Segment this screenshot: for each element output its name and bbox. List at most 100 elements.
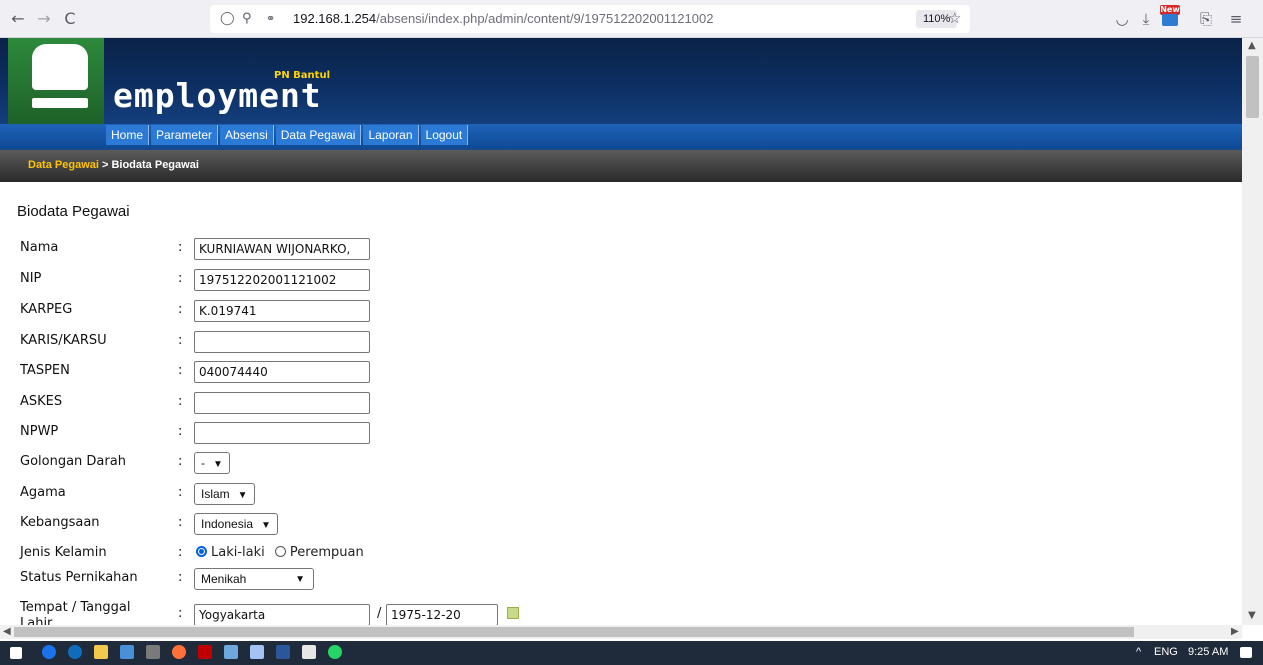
- status-pernikahan-select[interactable]: Menikah ▼: [194, 568, 314, 590]
- menu-logout[interactable]: Logout: [420, 125, 469, 145]
- menu-parameter[interactable]: Parameter: [151, 125, 219, 145]
- back-icon[interactable]: ←: [8, 9, 28, 29]
- menu-data-pegawai[interactable]: Data Pegawai: [275, 125, 362, 145]
- cortana-icon[interactable]: [42, 645, 56, 659]
- network-app-icon[interactable]: [146, 645, 160, 659]
- horizontal-scroll-thumb[interactable]: [14, 627, 1134, 637]
- karis-field[interactable]: [194, 331, 370, 353]
- colon: :: [178, 394, 183, 409]
- share-icon[interactable]: ⎘: [1196, 9, 1216, 29]
- vertical-scroll-thumb[interactable]: [1246, 56, 1259, 118]
- npwp-label: NPWP: [20, 424, 59, 439]
- nip-field[interactable]: 197512202001121002: [194, 269, 370, 291]
- whatsapp-icon[interactable]: [328, 645, 342, 659]
- shield-icon[interactable]: ◯: [220, 11, 235, 27]
- store-icon[interactable]: [120, 645, 134, 659]
- file-explorer-icon[interactable]: [94, 645, 108, 659]
- golongan-darah-select[interactable]: - ▼: [194, 452, 230, 474]
- field-row-kebangsaan: Kebangsaan : Indonesia ▼: [20, 513, 720, 535]
- tray-chevron-icon[interactable]: ^: [1136, 646, 1141, 658]
- jenis-kelamin-group: Laki-laki Perempuan: [196, 545, 364, 560]
- windows-start-icon[interactable]: [10, 647, 22, 659]
- ttl-label: Tempat / Tanggal Lahir: [20, 600, 131, 625]
- askes-label: ASKES: [20, 394, 63, 409]
- colon: :: [178, 240, 183, 255]
- menu-absensi[interactable]: Absensi: [220, 125, 274, 145]
- breadcrumb-current: > Biodata Pegawai: [98, 159, 199, 171]
- agama-select[interactable]: Islam ▼: [194, 483, 255, 505]
- radio-perempuan[interactable]: [274, 546, 286, 557]
- kebangsaan-value: Indonesia: [201, 517, 254, 531]
- extension-body: [1162, 14, 1178, 26]
- language-indicator[interactable]: ENG: [1154, 646, 1178, 658]
- kebangsaan-select[interactable]: Indonesia ▼: [194, 513, 278, 535]
- notes-icon[interactable]: [250, 645, 264, 659]
- logo-shape: [32, 44, 88, 90]
- field-row-karis: KARIS/KARSU :: [20, 331, 720, 353]
- askes-field[interactable]: [194, 392, 370, 414]
- colon: :: [178, 271, 183, 286]
- field-row-agama: Agama : Islam ▼: [20, 483, 720, 505]
- field-row-npwp: NPWP :: [20, 422, 720, 444]
- horizontal-scrollbar[interactable]: ◀: [0, 625, 1242, 639]
- laki-laki-label[interactable]: Laki-laki: [211, 545, 265, 560]
- golongan-darah-label: Golongan Darah: [20, 454, 126, 469]
- calendar-icon[interactable]: [507, 607, 519, 619]
- reload-icon[interactable]: C: [60, 9, 80, 29]
- forward-icon[interactable]: →: [34, 9, 54, 29]
- colon: :: [178, 606, 183, 621]
- main-menu: Home Parameter Absensi Data Pegawai Lapo…: [106, 125, 469, 145]
- bookmark-star-icon[interactable]: ☆: [948, 9, 961, 27]
- connection-icon[interactable]: ⚭: [266, 11, 275, 27]
- extension-icon[interactable]: New: [1160, 5, 1180, 27]
- colon: :: [178, 485, 183, 500]
- filezilla-icon[interactable]: [198, 645, 212, 659]
- logo-shape-bottom: [32, 98, 88, 108]
- chevron-down-icon: ▼: [237, 490, 248, 501]
- radio-laki-laki[interactable]: [196, 546, 207, 557]
- tanggal-lahir-field[interactable]: 1975-12-20: [386, 604, 498, 625]
- downloads-icon[interactable]: ⤓: [1136, 9, 1156, 29]
- scroll-right-icon[interactable]: ▶: [1231, 626, 1239, 637]
- permissions-icon[interactable]: ⚲: [242, 11, 252, 27]
- npwp-field[interactable]: [194, 422, 370, 444]
- menu-icon[interactable]: ≡: [1226, 9, 1246, 29]
- colon: :: [178, 424, 183, 439]
- taspen-label: TASPEN: [20, 363, 70, 378]
- field-row-nama: Nama : KURNIAWAN WIJONARKO,: [20, 238, 720, 260]
- chevron-down-icon: ▼: [213, 459, 223, 470]
- clock[interactable]: 9:25 AM: [1188, 646, 1228, 658]
- editor-icon[interactable]: [302, 645, 316, 659]
- vertical-scrollbar[interactable]: ▲ ▼: [1242, 38, 1263, 625]
- breadcrumb-link[interactable]: Data Pegawai: [28, 159, 99, 171]
- url-bar[interactable]: ◯ ⚲ ⚭ 192.168.1.254/absensi/index.php/ad…: [210, 5, 970, 33]
- menu-home[interactable]: Home: [106, 125, 150, 145]
- karpeg-label: KARPEG: [20, 302, 73, 317]
- scroll-up-icon[interactable]: ▲: [1248, 40, 1256, 51]
- field-row-ttl: Tempat / Tanggal Lahir : Yogyakarta / 19…: [20, 600, 720, 625]
- field-row-taspen: TASPEN : 040074440: [20, 361, 720, 383]
- pocket-icon[interactable]: ◡: [1112, 9, 1132, 29]
- agama-value: Islam: [201, 487, 230, 501]
- nama-field[interactable]: KURNIAWAN WIJONARKO,: [194, 238, 370, 260]
- chevron-down-icon: ▼: [295, 574, 305, 585]
- status-pernikahan-value: Menikah: [201, 572, 247, 586]
- menu-laporan[interactable]: Laporan: [363, 125, 419, 145]
- url-text[interactable]: 192.168.1.254/absensi/index.php/admin/co…: [293, 11, 713, 27]
- field-row-nip: NIP : 197512202001121002: [20, 269, 720, 291]
- word-icon[interactable]: [276, 645, 290, 659]
- edge-icon[interactable]: [68, 645, 82, 659]
- perempuan-label[interactable]: Perempuan: [290, 545, 364, 560]
- karpeg-field[interactable]: K.019741: [194, 300, 370, 322]
- server-app-icon[interactable]: [224, 645, 238, 659]
- karis-label: KARIS/KARSU: [20, 333, 107, 348]
- firefox-icon[interactable]: [172, 645, 186, 659]
- taspen-field[interactable]: 040074440: [194, 361, 370, 383]
- notification-icon[interactable]: [1240, 647, 1252, 658]
- colon: :: [178, 302, 183, 317]
- tempat-lahir-field[interactable]: Yogyakarta: [194, 604, 370, 625]
- scroll-left-icon[interactable]: ◀: [3, 626, 11, 637]
- scroll-down-icon[interactable]: ▼: [1248, 610, 1256, 621]
- golongan-darah-value: -: [201, 456, 205, 470]
- breadcrumb: Data Pegawai > Biodata Pegawai: [28, 159, 199, 171]
